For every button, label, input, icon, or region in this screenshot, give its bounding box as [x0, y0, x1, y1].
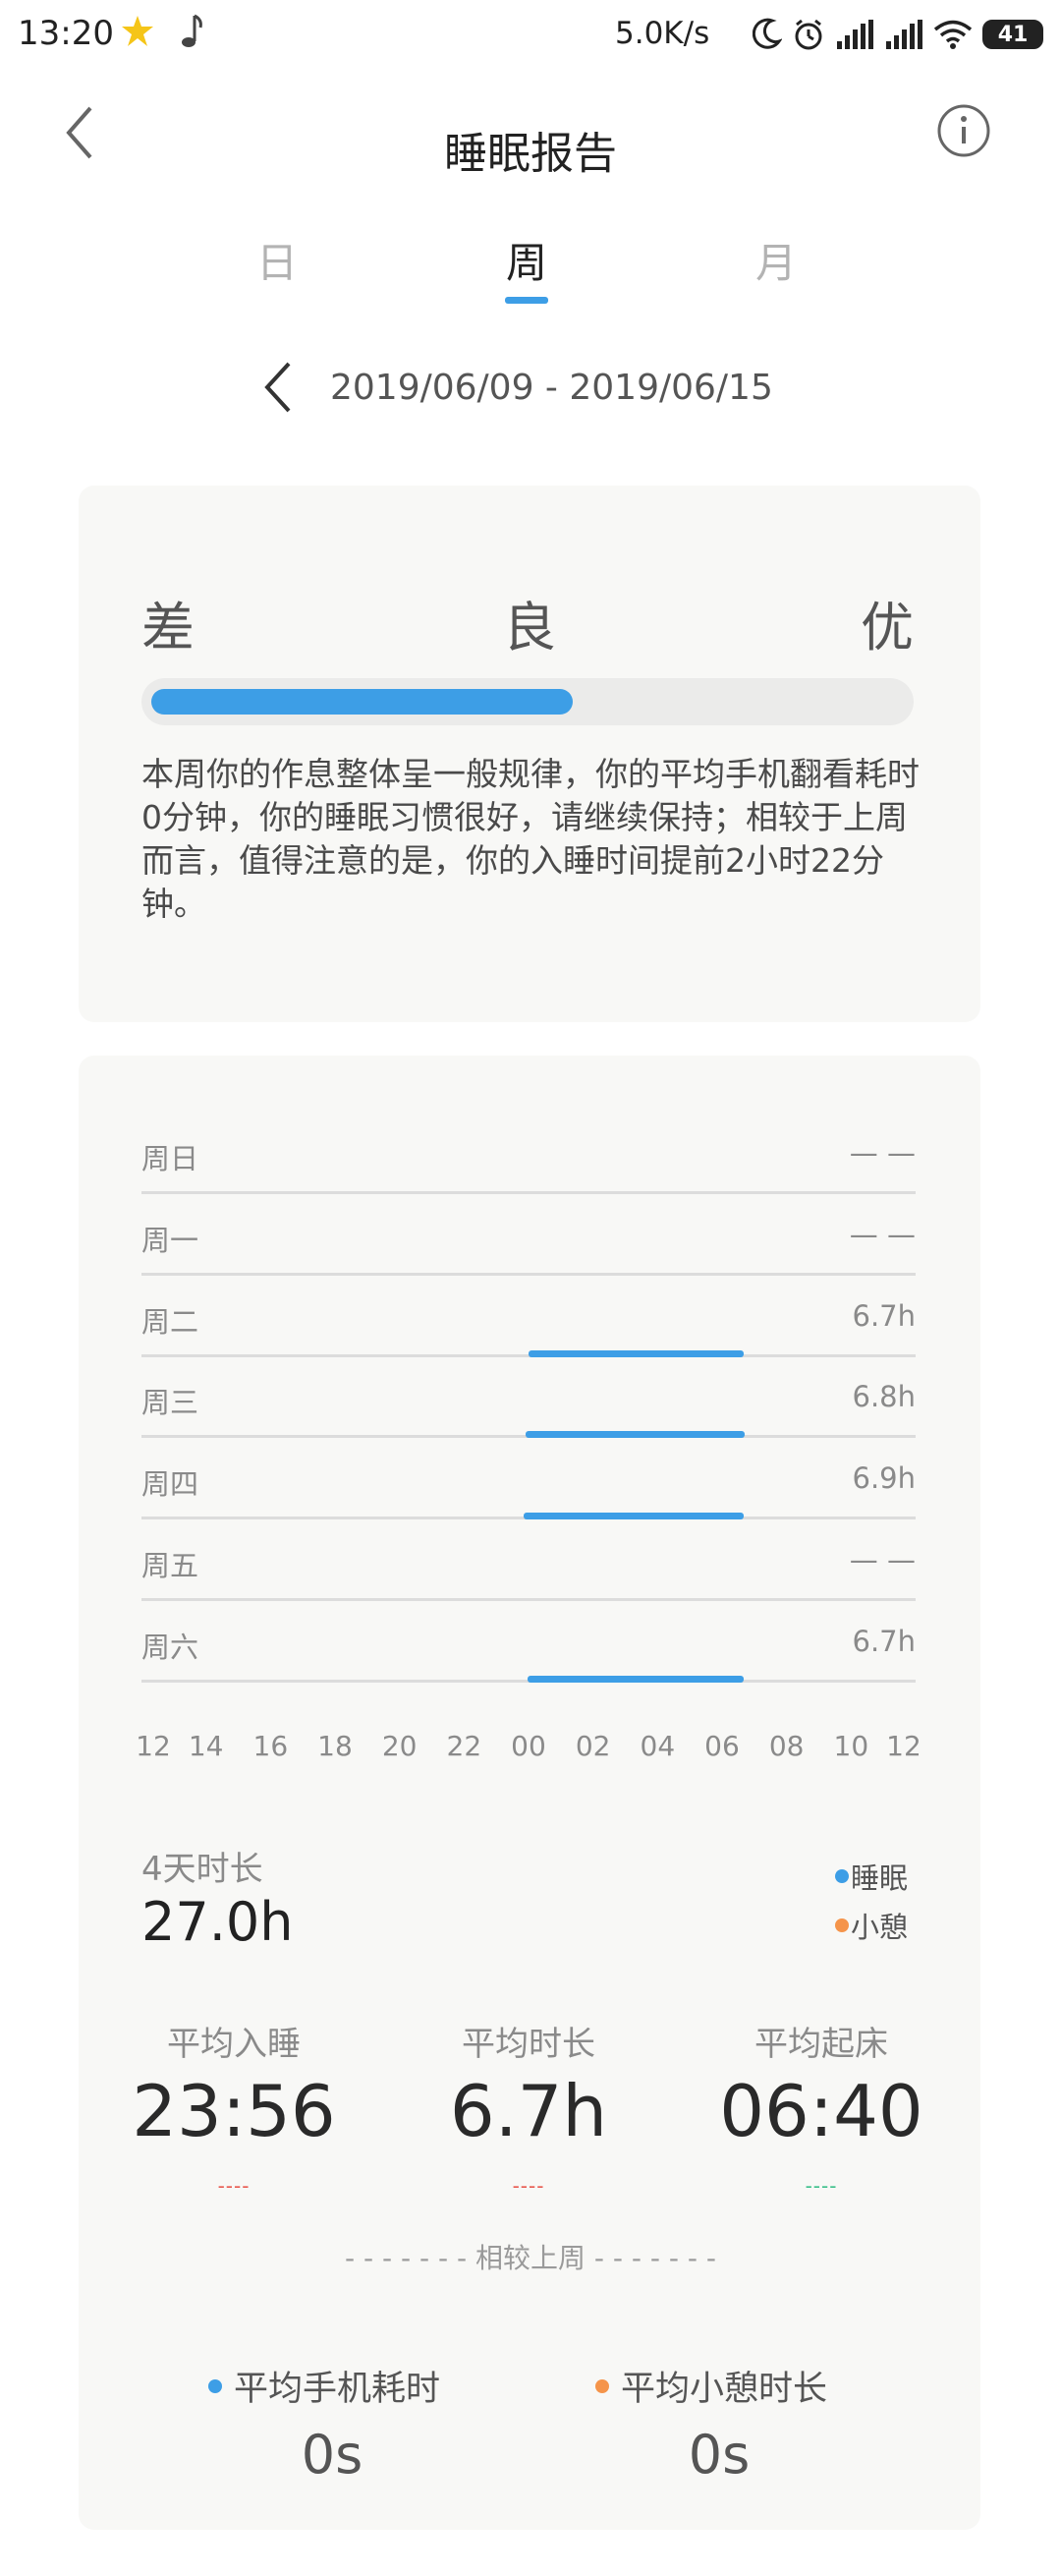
day-label: 周三 — [141, 1386, 199, 1420]
x-axis-tick: 20 — [381, 1730, 418, 1762]
x-axis-tick: 16 — [252, 1730, 289, 1762]
tab-indicator — [505, 297, 548, 304]
avg-phone-time-text: 平均手机耗时 — [234, 2370, 441, 2409]
previous-week-chevron-icon[interactable] — [257, 358, 297, 417]
avg-nap-duration-value: 0s — [688, 2424, 751, 2486]
avg-nap-duration-text: 平均小憩时长 — [621, 2370, 828, 2409]
signal-icon — [886, 20, 922, 49]
music-note-icon — [182, 14, 202, 47]
x-axis-tick: 12 — [886, 1730, 921, 1762]
quality-progress-fill — [151, 689, 573, 715]
moon-icon — [753, 18, 782, 49]
avg-wake-label: 平均起床 — [754, 2025, 888, 2064]
legend-nap: 小憩 — [835, 1905, 908, 1946]
x-axis-tick: 00 — [511, 1730, 546, 1762]
sleep-bar — [529, 1349, 744, 1357]
total-duration-value: 27.0h — [141, 1891, 294, 1953]
x-axis-tick: 18 — [317, 1730, 353, 1762]
battery-icon: 41 — [982, 20, 1043, 49]
info-icon[interactable] — [935, 102, 992, 159]
quality-label-good: 良 — [503, 597, 556, 658]
day-label: 周日 — [141, 1142, 199, 1175]
chart-day-row: 周五 — — — [141, 1543, 916, 1602]
x-axis-tick: 06 — [704, 1730, 740, 1762]
star-icon — [122, 16, 153, 46]
sleep-bar — [525, 1431, 745, 1439]
chart-day-row: 周六 6.7h — [141, 1625, 916, 1684]
tab-week[interactable]: 周 — [468, 230, 586, 290]
day-label: 周四 — [141, 1467, 199, 1502]
chart-day-row: 周三 6.8h — [141, 1380, 916, 1439]
chart-day-row: 周一 — — — [141, 1218, 916, 1277]
avg-bedtime-value: 23:56 — [132, 2070, 336, 2152]
day-label: 周五 — [141, 1549, 199, 1582]
avg-bedtime-label: 平均入睡 — [167, 2025, 301, 2064]
x-axis-tick: 02 — [575, 1730, 611, 1762]
status-time: 13:20 — [18, 14, 114, 53]
quality-label-excellent: 优 — [861, 597, 914, 658]
avg-bedtime-trend: ---- — [217, 2174, 251, 2198]
alarm-icon — [795, 19, 822, 50]
x-axis-tick: 22 — [446, 1730, 482, 1762]
x-axis-tick: 10 — [833, 1730, 869, 1762]
status-bar: 13:20 5.0K/s 41 — [0, 0, 1061, 71]
x-axis-tick: 14 — [188, 1730, 224, 1762]
sleep-bar — [527, 1675, 744, 1683]
day-duration: 6.9h — [852, 1461, 917, 1496]
compare-last-week-divider: - - - - - - - 相较上周 - - - - - - - — [344, 2242, 717, 2274]
day-duration: — — — [849, 1543, 916, 1576]
day-label: 周六 — [141, 1630, 199, 1664]
chart-day-row: 周二 6.7h — [141, 1299, 916, 1358]
day-duration: 6.7h — [852, 1298, 917, 1333]
quality-label-poor: 差 — [141, 597, 195, 658]
avg-wake-trend: ---- — [805, 2174, 838, 2198]
chart-day-row: 周日 — — — [141, 1136, 916, 1195]
date-range: 2019/06/09 - 2019/06/15 — [330, 368, 773, 408]
x-axis-tick: 08 — [768, 1730, 805, 1762]
avg-duration-trend: ---- — [512, 2174, 545, 2198]
sleep-chart-card — [79, 1056, 980, 2530]
day-label: 周二 — [141, 1304, 199, 1339]
avg-nap-duration-label: 平均小憩时长 — [595, 2361, 827, 2411]
sleep-bar — [523, 1513, 744, 1520]
chart-gridline — [141, 1598, 916, 1601]
total-duration-label: 4天时长 — [141, 1850, 263, 1889]
avg-wake-value: 06:40 — [719, 2070, 923, 2152]
wifi-icon — [933, 20, 973, 49]
day-duration: — — — [849, 1136, 916, 1170]
chart-gridline — [141, 1272, 916, 1276]
legend-dot-icon — [835, 1869, 849, 1883]
x-axis-tick: 12 — [136, 1730, 171, 1762]
day-duration: 6.8h — [852, 1380, 917, 1414]
chart-gridline — [141, 1191, 916, 1194]
weekly-summary: 本周你的作息整体呈一般规律，你的平均手机翻看耗时0分钟，你的睡眠习惯很好，请继续… — [141, 755, 920, 923]
tab-day[interactable]: 日 — [218, 230, 336, 290]
day-duration: — — — [849, 1217, 916, 1251]
network-speed: 5.0K/s — [615, 16, 710, 51]
page-title: 睡眠报告 — [444, 129, 617, 179]
avg-duration-value: 6.7h — [449, 2070, 608, 2152]
day-duration: 6.7h — [852, 1624, 917, 1658]
avg-duration-label: 平均时长 — [462, 2025, 595, 2064]
status-icons: 41 — [753, 14, 1043, 55]
legend-label: 小憩 — [851, 1911, 909, 1944]
legend-label: 睡眠 — [851, 1861, 909, 1895]
chart-day-row: 周四 6.9h — [141, 1461, 916, 1520]
day-label: 周一 — [141, 1223, 199, 1257]
nap-dot-icon — [595, 2378, 609, 2393]
signal-icon — [837, 20, 873, 49]
legend-sleep: 睡眠 — [835, 1856, 908, 1897]
legend-dot-icon — [835, 1918, 849, 1932]
quality-progress-track — [141, 678, 914, 725]
phone-dot-icon — [208, 2378, 222, 2393]
avg-phone-time-value: 0s — [301, 2424, 363, 2486]
x-axis-tick: 04 — [640, 1730, 676, 1762]
avg-phone-time-label: 平均手机耗时 — [208, 2361, 440, 2411]
tab-month[interactable]: 月 — [717, 230, 835, 290]
